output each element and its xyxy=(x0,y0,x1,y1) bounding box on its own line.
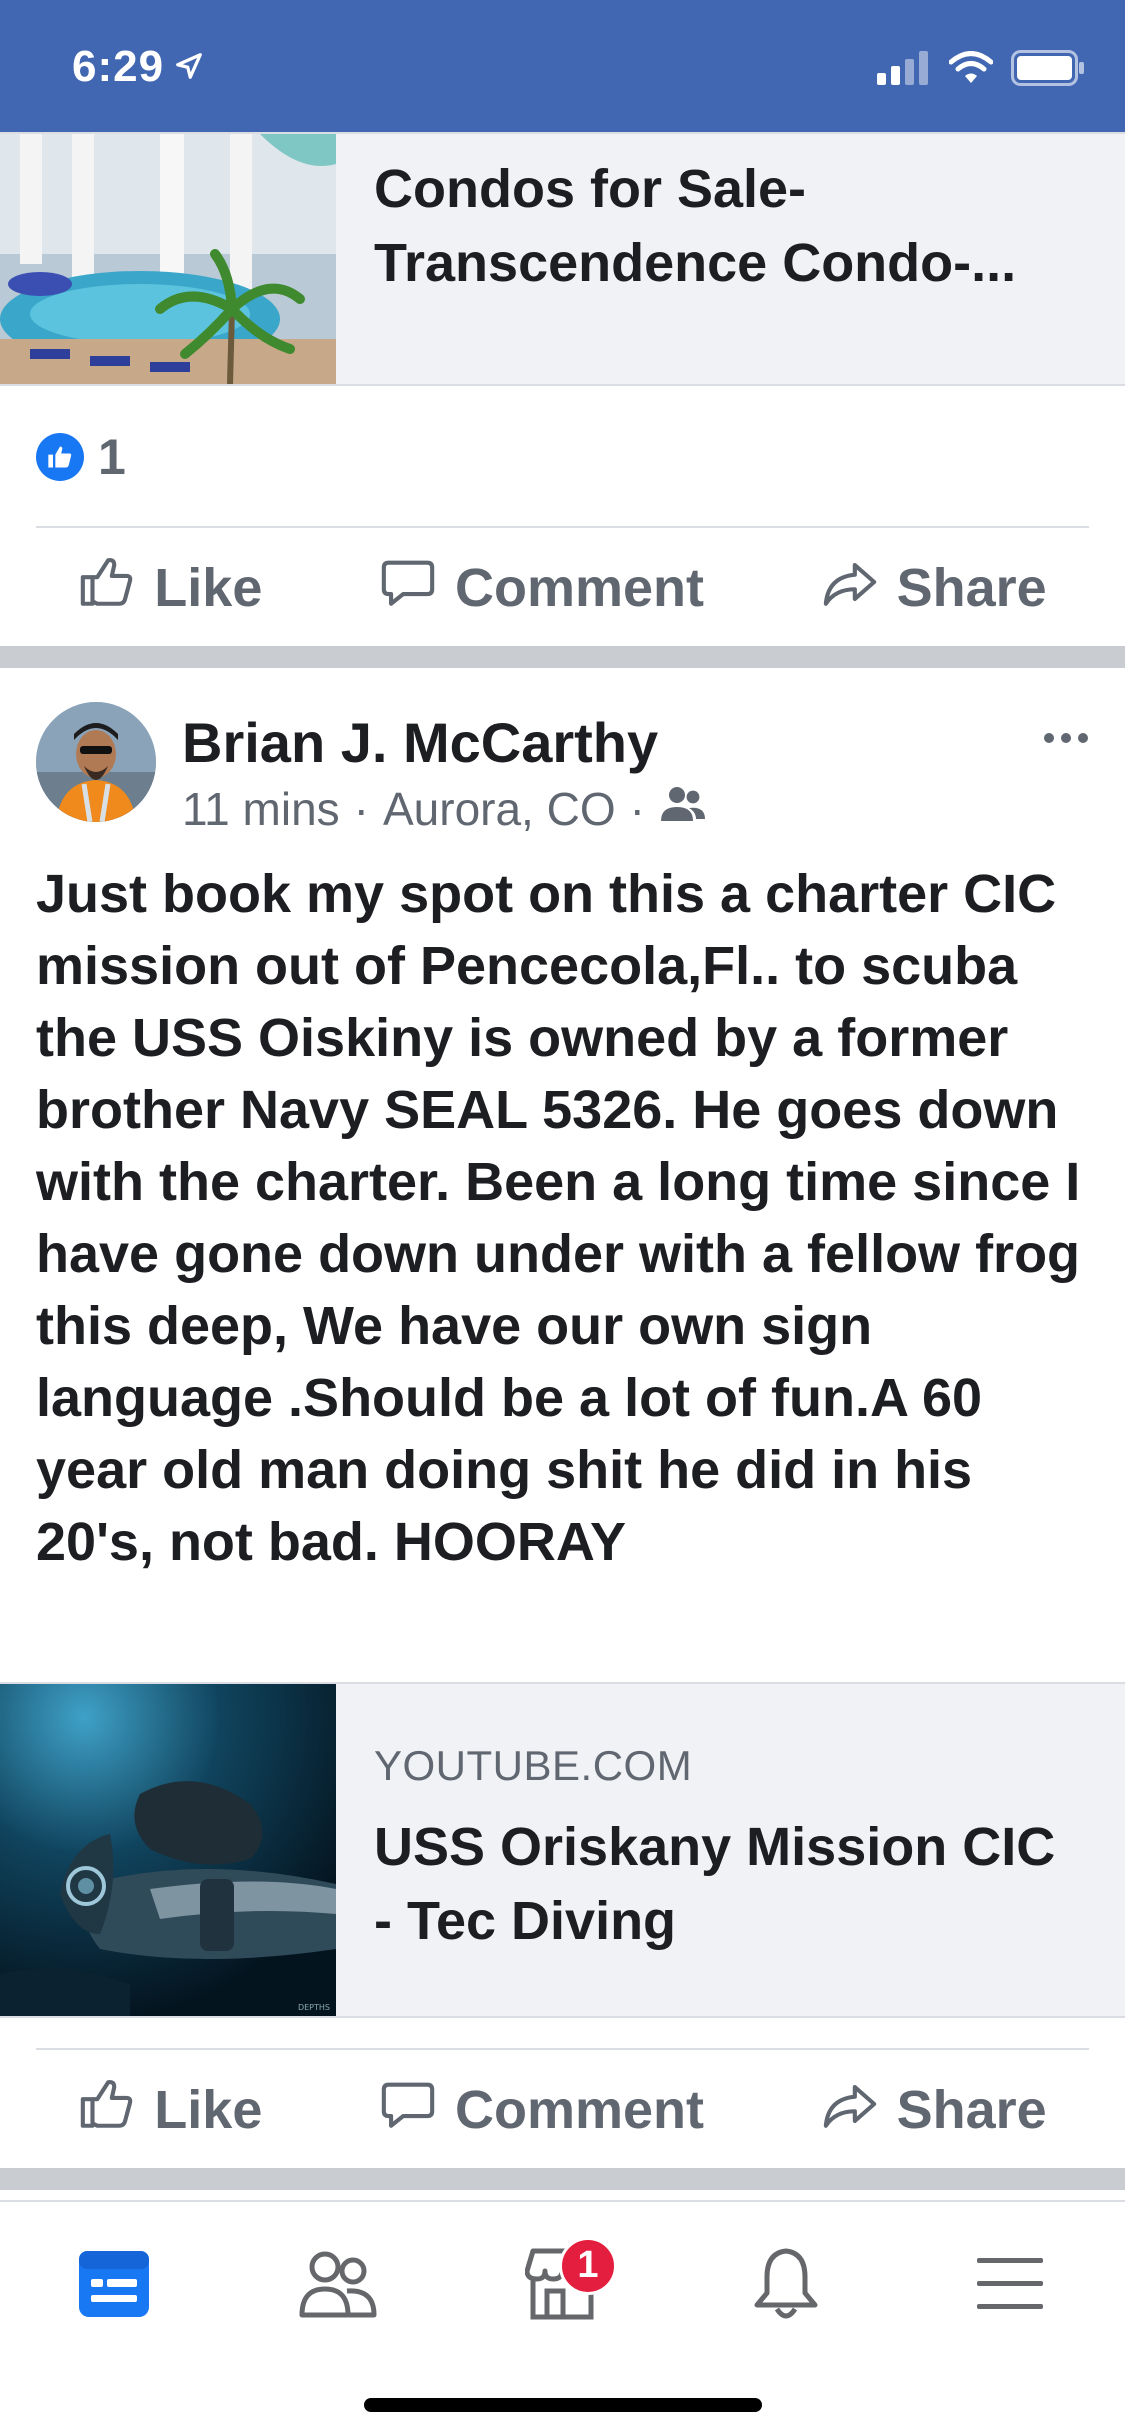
reactions-summary[interactable]: 1 xyxy=(36,428,126,486)
home-indicator[interactable] xyxy=(364,2398,762,2412)
status-time: 6:29 xyxy=(72,42,204,92)
bottom-tab-bar: 1 xyxy=(0,2200,1125,2436)
like-button[interactable]: Like xyxy=(78,553,262,624)
video-thumbnail[interactable]: DEPTHS xyxy=(0,1684,336,2016)
link-domain: YOUTUBE.COM xyxy=(374,1742,693,1789)
prev-link-title: Condos for Sale-Transcendence Condo-... xyxy=(374,159,1017,293)
friends-icon xyxy=(299,2249,377,2324)
like-label: Like xyxy=(154,558,263,618)
share-label: Share xyxy=(896,558,1047,618)
share-label: Share xyxy=(896,2080,1047,2140)
meta-dot: · xyxy=(629,783,645,835)
post-time[interactable]: 11 mins xyxy=(182,782,340,836)
tab-news-feed[interactable] xyxy=(64,2236,164,2336)
wifi-icon xyxy=(948,51,994,90)
notifications-icon xyxy=(753,2247,819,2326)
comment-bubble-icon xyxy=(379,2075,437,2146)
notification-badge: 1 xyxy=(559,2236,617,2295)
menu-icon xyxy=(975,2254,1045,2319)
avatar[interactable] xyxy=(36,702,156,822)
prev-link-thumbnail xyxy=(0,134,336,384)
like-label: Like xyxy=(154,2080,263,2140)
post-text: Just book my spot on this a charter CIC … xyxy=(36,864,1081,1572)
tab-marketplace[interactable]: 1 xyxy=(512,2236,617,2336)
comment-label: Comment xyxy=(454,558,704,618)
post-meta: 11 mins · Aurora, CO · xyxy=(182,782,707,836)
prev-post-actions: Like Comment Share xyxy=(0,528,1125,648)
like-button[interactable]: Like xyxy=(78,2075,262,2146)
post-location[interactable]: Aurora, CO xyxy=(383,782,616,836)
feed-separator xyxy=(0,646,1125,668)
comment-bubble-icon xyxy=(379,553,437,624)
more-options-button[interactable] xyxy=(1043,702,1089,756)
comment-button[interactable]: Comment xyxy=(379,2075,704,2146)
youtube-link-info: YOUTUBE.COM USS Oriskany Mission CIC - T… xyxy=(336,1684,1125,2016)
share-arrow-icon xyxy=(821,553,879,624)
share-arrow-icon xyxy=(821,2075,879,2146)
news-feed-icon xyxy=(77,2249,151,2324)
marketplace-icon: 1 xyxy=(524,2236,617,2326)
post-header: Brian J. McCarthy 11 mins · Aurora, CO · xyxy=(36,702,1089,835)
youtube-link-card[interactable]: DEPTHS YOUTUBE.COM USS Oriskany Mission … xyxy=(0,1682,1125,2018)
battery-icon xyxy=(1011,50,1085,91)
tab-friends[interactable] xyxy=(288,2236,388,2336)
clock-text: 6:29 xyxy=(72,42,165,91)
comment-button[interactable]: Comment xyxy=(379,553,704,624)
share-button[interactable]: Share xyxy=(821,553,1047,624)
status-icons xyxy=(877,50,1085,91)
friends-icon[interactable] xyxy=(659,782,707,836)
thumbnail-caption: DEPTHS xyxy=(297,2003,330,2012)
meta-dot: · xyxy=(353,783,369,835)
reaction-count: 1 xyxy=(98,429,126,485)
status-bar: 6:29 xyxy=(0,0,1125,132)
prev-link-info: Condos for Sale-Transcendence Condo-... xyxy=(336,134,1125,384)
share-button[interactable]: Share xyxy=(821,2075,1047,2146)
comment-label: Comment xyxy=(454,2080,704,2140)
link-title: USS Oriskany Mission CIC - Tec Diving xyxy=(374,1817,1056,1951)
post-actions: Like Comment Share xyxy=(0,2050,1125,2170)
signal-icon xyxy=(877,51,931,90)
tab-menu[interactable] xyxy=(960,2236,1060,2336)
thumbs-up-icon xyxy=(78,2075,136,2146)
feed-separator xyxy=(0,2168,1125,2190)
location-arrow-icon xyxy=(174,42,204,92)
tab-notifications[interactable] xyxy=(736,2236,836,2336)
like-reaction-icon xyxy=(36,433,84,481)
author-name[interactable]: Brian J. McCarthy xyxy=(182,710,658,775)
prev-link-card[interactable]: Condos for Sale-Transcendence Condo-... xyxy=(0,132,1125,386)
thumbs-up-icon xyxy=(78,553,136,624)
